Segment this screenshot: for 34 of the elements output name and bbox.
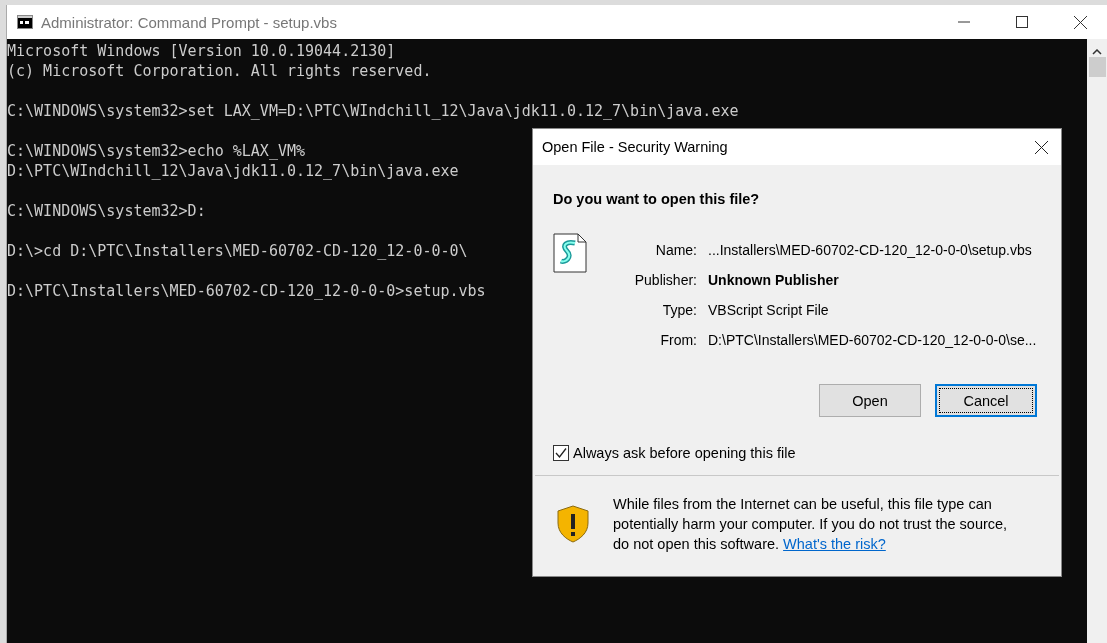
scroll-thumb[interactable] (1088, 57, 1106, 77)
field-label: Type: (661, 302, 697, 318)
console-line: D:\PTC\WIndchill_12\Java\jdk11.0.12_7\bin\java.exe (7, 161, 459, 181)
checkbox[interactable] (553, 445, 569, 461)
field-value: VBScript Script File (708, 302, 830, 318)
scroll-up-icon[interactable] (1092, 49, 1102, 55)
open-button[interactable]: Open (819, 384, 921, 417)
console-line: Microsoft Windows [Version 10.0.19044.2130] (7, 41, 396, 61)
console-line: D:\PTC\Installers\MED-60702-CD-120_12-0-0-0>setup.vbs (7, 281, 486, 301)
field-label: Name: (654, 242, 697, 258)
field-label: Publisher: (633, 272, 697, 288)
risk-link[interactable]: What's the risk? (783, 536, 886, 552)
console-line: C:\WINDOWS\system32>set LAX_VM=D:\PTC\WIndchill_12\Java\jdk11.0.12_7\bin\java.exe (7, 101, 739, 121)
close-icon (1034, 140, 1048, 154)
scrollbar[interactable] (1087, 39, 1107, 643)
close-icon (1073, 15, 1087, 29)
cancel-button[interactable]: Cancel (935, 384, 1037, 417)
console-line: D:\>cd D:\PTC\Installers\MED-60702-CD-120_12-0-0-0\ (7, 241, 468, 261)
console-line: C:\WINDOWS\system32>echo %LAX_VM% (7, 141, 305, 161)
checkbox-label[interactable]: Always ask before opening this file (573, 445, 796, 461)
window-title: Administrator: Command Prompt - setup.vbs (41, 13, 338, 31)
dialog-title: Open File - Security Warning (542, 139, 729, 155)
dialog-heading: Do you want to open this file? (553, 191, 761, 207)
shield-warning-icon (557, 505, 589, 543)
console-icon (17, 15, 33, 29)
field-value: D:\PTC\Installers\MED-60702-CD-120_12-0-0-0\se... (708, 332, 1037, 348)
field-value: Unknown Publisher (708, 272, 840, 288)
maximize-icon (1016, 16, 1028, 28)
field-label: From: (659, 332, 697, 348)
console-line: (c) Microsoft Corporation. All rights reserved. (7, 61, 432, 81)
script-file-icon (553, 233, 587, 273)
console-line: C:\WINDOWS\system32>D: (7, 201, 206, 221)
warning-text: While files from the Internet can be useful, this file type can potentially harm your computer. If you do not trust the source, do not open this software. What's the risk? (613, 495, 1009, 554)
field-value: ...Installers\MED-60702-CD-120_12-0-0-0\setup.vbs (708, 242, 1033, 258)
